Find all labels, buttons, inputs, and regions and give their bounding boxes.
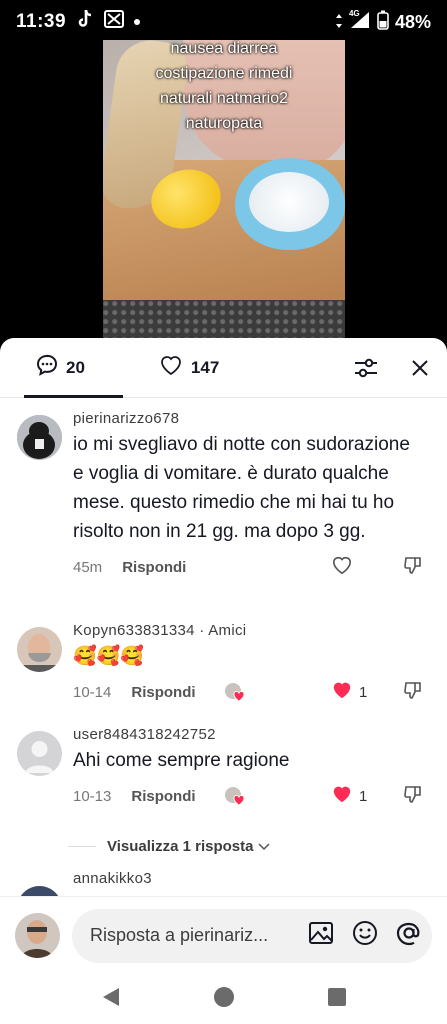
battery-percent: 48%	[394, 11, 431, 32]
comment-text: 🥰🥰🥰	[73, 646, 144, 667]
comment-item: annakikko3	[0, 864, 447, 896]
comments-header: 20 147	[0, 338, 447, 398]
like-count: 1	[359, 683, 368, 701]
avatar[interactable]	[17, 415, 62, 460]
avatar[interactable]	[17, 627, 62, 672]
back-icon[interactable]	[101, 986, 121, 1013]
comment-username[interactable]: pierinarizzo678	[73, 398, 423, 427]
reply-button[interactable]: Rispondi	[122, 559, 186, 576]
comment-time: 45m	[73, 558, 103, 576]
network-type: 4G	[348, 8, 360, 18]
dislike-icon[interactable]	[403, 680, 423, 704]
status-bar: 11:39 4G 48%	[0, 0, 447, 44]
heart-outline-icon	[159, 354, 183, 381]
reply-placeholder: Risposta a pierinariz...	[90, 925, 269, 945]
comment-list[interactable]: pierinarizzo678 io mi svegliavo di notte…	[0, 398, 447, 896]
close-icon[interactable]	[411, 359, 429, 377]
reply-button[interactable]: Rispondi	[131, 788, 195, 805]
heart-outline-icon	[331, 555, 353, 579]
comment-item: Kopyn633831334 · Amici 🥰🥰🥰 10-14 Rispond…	[0, 610, 447, 714]
emoji-icon[interactable]	[352, 920, 378, 951]
avatar[interactable]	[17, 886, 62, 896]
reply-button[interactable]: Rispondi	[131, 684, 195, 701]
avatar[interactable]	[17, 731, 62, 776]
capcut-icon	[104, 10, 125, 34]
comments-sheet: 20 147 pierinarizzo678 io mi svegliavo d…	[0, 338, 447, 1024]
comment-time: 10-14	[73, 683, 112, 701]
tab-comments[interactable]: 20	[24, 338, 123, 398]
comment-username[interactable]: Kopyn633831334 · Amici	[73, 610, 423, 639]
view-replies-button[interactable]: Visualizza 1 risposta	[0, 828, 447, 864]
like-button[interactable]	[331, 555, 381, 579]
comment-bubble-icon	[36, 354, 58, 381]
view-replies-label: Visualizza 1 risposta	[107, 837, 254, 855]
system-nav-bar	[0, 974, 447, 1024]
filter-icon[interactable]	[353, 357, 379, 379]
image-icon[interactable]	[308, 921, 334, 950]
tiktok-icon	[76, 9, 94, 35]
reply-input[interactable]: Risposta a pierinariz...	[72, 908, 432, 963]
status-time: 11:39	[16, 11, 67, 32]
dislike-icon[interactable]	[403, 784, 423, 808]
signal-icon: 4G	[348, 8, 371, 34]
video-caption: nausea diarrea costipazione rimedi natur…	[155, 40, 293, 132]
likes-count: 147	[190, 357, 220, 377]
comment-username[interactable]: user8484318242752	[73, 714, 423, 743]
comment-item: pierinarizzo678 io mi svegliavo di notte…	[0, 398, 447, 610]
comment-text: Ahi come sempre ragione	[73, 750, 290, 771]
dislike-icon[interactable]	[403, 555, 423, 579]
like-count: 1	[359, 787, 368, 805]
creator-liked-icon	[224, 786, 246, 806]
like-button[interactable]: 1	[331, 784, 381, 808]
battery-icon	[377, 10, 389, 35]
mention-icon[interactable]	[396, 920, 422, 951]
reply-bar: Risposta a pierinariz...	[0, 896, 447, 974]
tab-likes[interactable]: 147	[159, 338, 219, 398]
comment-item: user8484318242752 Ahi come sempre ragion…	[0, 714, 447, 818]
heart-filled-icon	[331, 680, 353, 704]
comments-count: 20	[66, 357, 85, 377]
video-preview[interactable]: nausea diarrea costipazione rimedi natur…	[103, 40, 345, 340]
salt-bowl-image	[235, 158, 345, 250]
recents-icon[interactable]	[327, 987, 347, 1012]
comment-time: 10-13	[73, 787, 112, 805]
notification-dot	[134, 19, 141, 25]
comment-text: io mi svegliavo di notte con sudorazione…	[73, 434, 410, 542]
creator-liked-icon	[224, 682, 246, 702]
data-arrows-icon	[335, 12, 343, 33]
like-button[interactable]: 1	[331, 680, 381, 704]
home-icon[interactable]	[213, 986, 235, 1013]
comment-username[interactable]: annakikko3	[73, 864, 423, 887]
chevron-down-icon	[258, 838, 270, 855]
my-avatar	[15, 913, 60, 958]
heart-filled-icon	[331, 784, 353, 808]
